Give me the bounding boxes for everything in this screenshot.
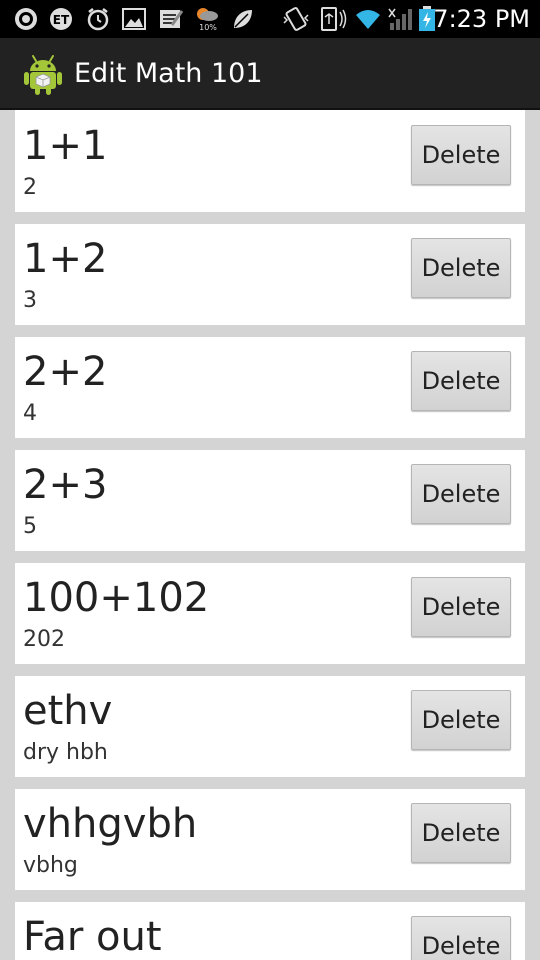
signal-icon — [388, 7, 414, 31]
card-question: 2+3 — [23, 462, 108, 508]
delete-button[interactable]: Delete — [411, 125, 511, 185]
card-answer: 202 — [23, 627, 65, 652]
notes-icon — [158, 7, 184, 31]
delete-button[interactable]: Delete — [411, 238, 511, 298]
card-question: 2+2 — [23, 349, 108, 395]
delete-button[interactable]: Delete — [411, 351, 511, 411]
delete-button[interactable]: Delete — [411, 690, 511, 750]
card-answer: 3 — [23, 288, 37, 313]
card-item: vhhgvbh vbhg Delete — [15, 789, 525, 890]
card-answer: 2 — [23, 175, 37, 200]
wifi-icon — [354, 7, 382, 31]
card-item: ethv dry hbh Delete — [15, 676, 525, 777]
record-icon — [14, 7, 38, 31]
vibrate-icon — [282, 7, 310, 31]
status-bar: ET 10% 7:23 PM — [0, 0, 540, 38]
delete-button[interactable]: Delete — [411, 577, 511, 637]
svg-text:ET: ET — [53, 13, 70, 27]
delete-button[interactable]: Delete — [411, 803, 511, 863]
nfc-icon — [320, 7, 348, 31]
card-item: 100+102 202 Delete — [15, 563, 525, 664]
delete-button[interactable]: Delete — [411, 916, 511, 960]
svg-text:10%: 10% — [199, 23, 217, 32]
leaf-icon — [232, 7, 254, 31]
card-item: 2+3 5 Delete — [15, 450, 525, 551]
card-answer: dry hbh — [23, 740, 108, 765]
et-icon: ET — [48, 7, 74, 31]
card-item: 1+1 2 Delete — [15, 110, 525, 212]
card-answer: 4 — [23, 401, 37, 426]
card-answer: 5 — [23, 514, 37, 539]
status-time: 7:23 PM — [433, 5, 530, 33]
weather-icon: 10% — [194, 7, 220, 32]
card-question: 100+102 — [23, 575, 210, 621]
card-item: 1+2 3 Delete — [15, 224, 525, 325]
android-icon[interactable] — [22, 52, 64, 96]
action-bar: Edit Math 101 — [0, 38, 540, 110]
card-question: 1+1 — [23, 123, 108, 169]
card-question: Far out — [23, 914, 162, 960]
card-question: ethv — [23, 688, 113, 734]
card-question: vhhgvbh — [23, 801, 198, 847]
alarm-icon — [86, 7, 110, 31]
card-question: 1+2 — [23, 236, 108, 282]
delete-button[interactable]: Delete — [411, 464, 511, 524]
card-item: 2+2 4 Delete — [15, 337, 525, 438]
page-title: Edit Math 101 — [74, 58, 263, 89]
card-list[interactable]: 1+1 2 Delete 1+2 3 Delete 2+2 4 Delete 2… — [0, 110, 540, 960]
gallery-icon — [122, 7, 146, 31]
card-answer: vbhg — [23, 853, 78, 878]
card-item: Far out Delete — [15, 902, 525, 960]
